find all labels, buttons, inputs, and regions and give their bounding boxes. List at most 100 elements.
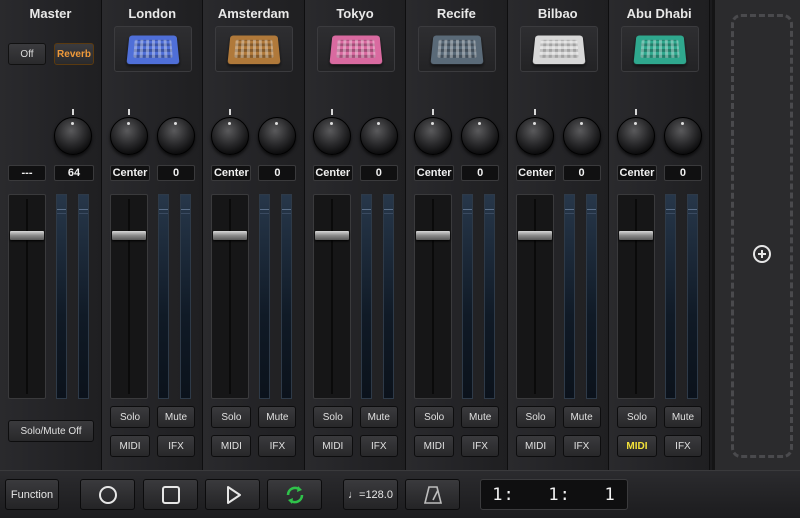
pan-knob[interactable] [312,117,351,155]
volume-fader[interactable] [211,194,250,399]
send-knob[interactable] [461,117,500,155]
record-icon [98,485,117,504]
add-track-area[interactable] [712,0,800,470]
pan-value: Center [312,165,353,181]
pan-knob[interactable] [515,117,554,155]
ifx-button[interactable]: IFX [258,435,297,457]
pan-knob-tick [128,109,130,115]
play-icon [226,485,241,504]
track-name: London [128,6,177,21]
pan-value: Center [414,165,455,181]
add-track-icon[interactable] [753,245,771,263]
level-meter-right [585,194,597,399]
ifx-button[interactable]: IFX [663,435,702,457]
master-meter-right [78,194,89,399]
record-button[interactable] [80,479,135,510]
send-knob[interactable] [663,117,702,155]
volume-fader-cap[interactable] [314,231,349,240]
reverb-knob[interactable] [54,117,92,155]
midi-button[interactable]: MIDI [515,435,556,457]
tempo-label: ♩=128.0 [348,488,393,501]
volume-fader-cap[interactable] [517,231,552,240]
solo-button[interactable]: Solo [110,406,150,428]
solo-mute-off-button[interactable]: Solo/Mute Off [8,420,94,442]
master-reverb-button[interactable]: Reverb [54,43,94,65]
pan-knob-tick [533,109,536,115]
midi-button[interactable]: MIDI [616,435,657,457]
stop-icon [161,485,180,504]
send-knob[interactable] [258,117,297,155]
track-name: Amsterdam [217,6,290,21]
master-off-button[interactable]: Off [8,43,46,65]
track-name: Recife [436,6,476,21]
volume-fader[interactable] [616,194,655,399]
play-button[interactable] [205,479,260,510]
mute-button[interactable]: Mute [461,406,500,428]
pan-knob[interactable] [211,117,250,155]
instrument-thumbnail[interactable] [519,26,598,72]
pan-value: Center [515,165,556,181]
instrument-thumbnail[interactable] [114,26,192,72]
pan-knob[interactable] [616,117,655,155]
level-meter-right [484,194,496,399]
instrument-device-icon [430,35,484,65]
level-meter-left [158,194,169,399]
ifx-button[interactable]: IFX [157,435,195,457]
metronome-button[interactable] [405,479,460,510]
track-name: Tokyo [336,6,374,21]
volume-fader[interactable] [312,194,351,399]
track-strip: London Center 0 Solo Mute MIDI IFX [102,0,204,470]
volume-fader-cap[interactable] [213,231,248,240]
ifx-button[interactable]: IFX [359,435,398,457]
ifx-button[interactable]: IFX [562,435,601,457]
tempo-display[interactable]: ♩=128.0 [343,479,398,510]
solo-button[interactable]: Solo [616,406,657,428]
instrument-thumbnail[interactable] [316,26,395,72]
volume-fader-cap[interactable] [416,231,451,240]
volume-fader[interactable] [414,194,453,399]
pan-knob[interactable] [110,117,148,155]
add-track-dropzone[interactable] [731,14,793,458]
master-fader[interactable] [8,194,46,399]
midi-button[interactable]: MIDI [312,435,353,457]
volume-fader-cap[interactable] [112,231,146,240]
pan-knob[interactable] [414,117,453,155]
volume-fader-cap[interactable] [618,231,653,240]
mute-button[interactable]: Mute [258,406,297,428]
volume-fader[interactable] [110,194,148,399]
send-knob[interactable] [359,117,398,155]
instrument-thumbnail[interactable] [215,26,294,72]
instrument-device-icon [633,35,687,65]
send-knob[interactable] [157,117,195,155]
function-button[interactable]: Function [5,479,59,510]
pan-knob-tick [330,109,333,115]
instrument-thumbnail[interactable] [418,26,497,72]
solo-button[interactable]: Solo [312,406,353,428]
send-value: 0 [663,165,702,181]
track-strip: Abu Dhabi Center 0 Solo Mute MIDI IFX [608,0,711,470]
solo-button[interactable]: Solo [211,406,252,428]
loop-button[interactable] [267,479,322,510]
mute-button[interactable]: Mute [157,406,195,428]
level-meter-left [664,194,676,399]
solo-button[interactable]: Solo [414,406,455,428]
midi-button[interactable]: MIDI [414,435,455,457]
metronome-icon [423,485,442,504]
midi-button[interactable]: MIDI [110,435,150,457]
level-meter-right [180,194,191,399]
ifx-button[interactable]: IFX [461,435,500,457]
solo-button[interactable]: Solo [515,406,556,428]
master-fader-cap[interactable] [10,231,44,240]
stop-button[interactable] [143,479,198,510]
instrument-device-icon [329,35,383,65]
track-name: Bilbao [537,6,578,21]
mute-button[interactable]: Mute [663,406,702,428]
midi-button[interactable]: MIDI [211,435,252,457]
mute-button[interactable]: Mute [359,406,398,428]
track-strip: Tokyo Center 0 Solo Mute MIDI IFX [304,0,407,470]
send-knob[interactable] [562,117,601,155]
mute-button[interactable]: Mute [562,406,601,428]
master-reverb-value: 64 [54,165,94,181]
instrument-thumbnail[interactable] [620,26,699,72]
volume-fader[interactable] [515,194,554,399]
